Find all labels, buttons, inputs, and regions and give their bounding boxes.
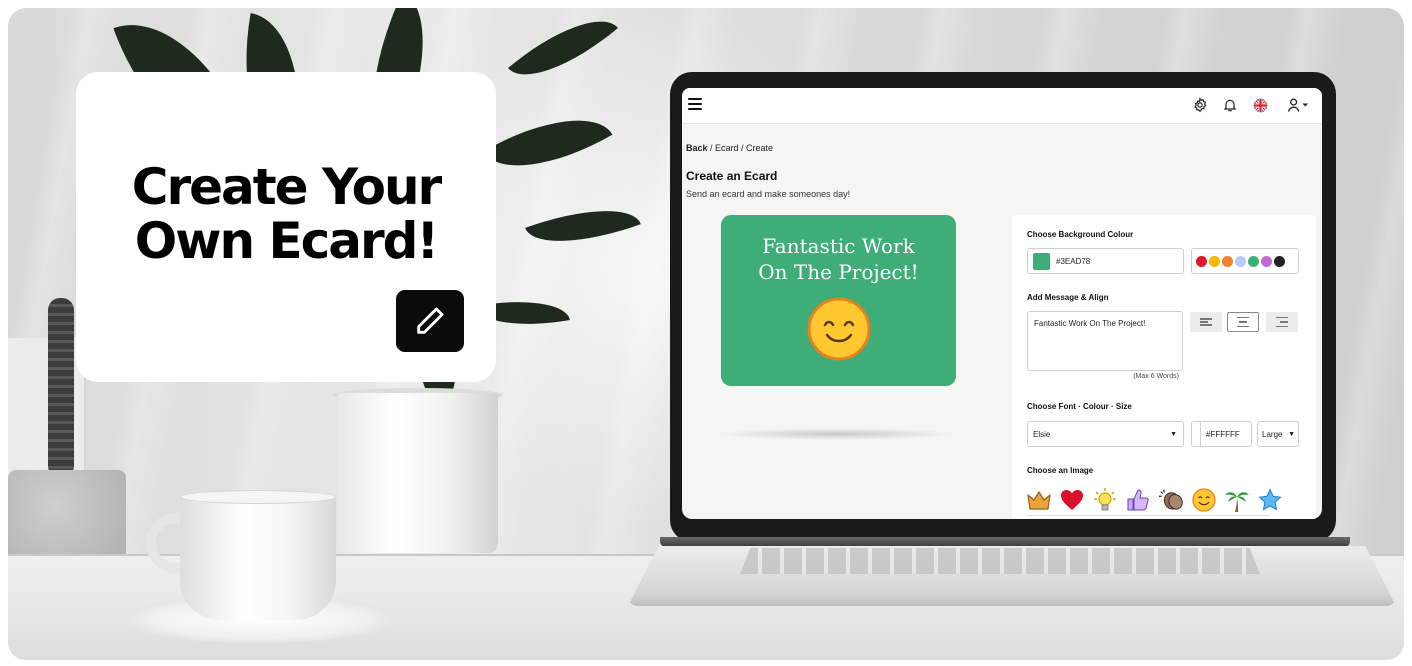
app-topbar	[682, 88, 1322, 124]
ecard-message: Fantastic Work On The Project!	[721, 233, 956, 285]
uk-flag-icon[interactable]	[1251, 96, 1269, 114]
background-colour-value: #3EAD78	[1056, 256, 1091, 266]
clapping-hands-icon[interactable]	[1158, 487, 1184, 513]
cup-rim	[180, 490, 336, 504]
smiley-icon	[807, 297, 871, 361]
background-colour-label: Choose Background Colour	[1027, 230, 1134, 239]
headline-line: Create Your	[131, 158, 442, 216]
palette-colour-swatch[interactable]	[1248, 255, 1259, 267]
palette-colour-swatch[interactable]	[1196, 255, 1207, 267]
font-select[interactable]: Elsie ▼	[1027, 421, 1184, 447]
lightbulb-icon[interactable]	[1092, 487, 1118, 513]
palette-colour-swatch[interactable]	[1222, 255, 1233, 267]
laptop-screen: Back / Ecard / Create Create an Ecard Se…	[682, 88, 1322, 519]
ecard-preview: Fantastic Work On The Project!	[721, 215, 956, 386]
headline: Create Your Own Ecard!	[76, 160, 496, 268]
size-select[interactable]: Large ▼	[1257, 421, 1299, 447]
user-icon[interactable]	[1283, 96, 1313, 114]
star-icon[interactable]	[1257, 487, 1283, 513]
ecard-editor-panel: Choose Background Colour #3EAD78 Add Mes…	[1012, 215, 1316, 519]
palette-colour-swatch[interactable]	[1261, 255, 1272, 267]
message-align-label: Add Message & Align	[1027, 293, 1109, 302]
heart-icon[interactable]	[1059, 487, 1085, 513]
page-title: Create an Ecard	[686, 169, 778, 183]
shelf	[8, 338, 86, 478]
font-select-value: Elsie	[1033, 429, 1051, 439]
align-left-button[interactable]	[1190, 312, 1222, 332]
headline-line: Own Ecard!	[134, 212, 440, 270]
message-word-limit: (Max 6 Words)	[1133, 373, 1179, 380]
crown-icon[interactable]	[1026, 487, 1052, 513]
cactus-texture	[48, 298, 74, 478]
chevron-down-icon: ▼	[1288, 430, 1295, 438]
size-select-value: Large	[1262, 429, 1283, 439]
chevron-down-icon: ▼	[1170, 430, 1177, 438]
font-colour-swatch[interactable]	[1192, 422, 1201, 446]
background-colour-swatch[interactable]	[1033, 252, 1050, 270]
laptop-keyboard	[740, 548, 1260, 574]
hamburger-icon[interactable]	[688, 98, 702, 110]
plant-pot	[338, 393, 498, 553]
align-center-button[interactable]	[1227, 312, 1259, 332]
coffee-cup	[180, 495, 336, 620]
laptop-hinge	[660, 537, 1350, 547]
bell-icon[interactable]	[1221, 96, 1239, 114]
gear-icon[interactable]	[1191, 96, 1209, 114]
palm-tree-icon[interactable]	[1224, 487, 1250, 513]
palette-colour-swatch[interactable]	[1235, 255, 1246, 267]
panel-divider	[1026, 515, 1270, 519]
palette-colour-swatch[interactable]	[1274, 255, 1285, 267]
pencil-icon	[417, 307, 444, 334]
thumbs-up-icon[interactable]	[1125, 487, 1151, 513]
palette-colour-swatch[interactable]	[1209, 255, 1220, 267]
breadcrumb: Back / Ecard / Create	[686, 143, 773, 153]
back-link[interactable]: Back	[686, 143, 708, 153]
breadcrumb-path: / Ecard / Create	[707, 143, 774, 153]
smiley-icon[interactable]	[1191, 487, 1217, 513]
font-colour-input[interactable]: #FFFFFF	[1191, 421, 1252, 447]
message-textarea[interactable]: Fantastic Work On The Project!	[1027, 311, 1183, 371]
font-colour-value: #FFFFFF	[1206, 429, 1240, 439]
ecard-message-line: On The Project!	[758, 260, 919, 284]
colour-palette	[1191, 248, 1299, 274]
ecard-shadow	[714, 428, 960, 440]
ecard-message-line: Fantastic Work	[762, 234, 915, 258]
image-picker	[1026, 485, 1290, 515]
font-colour-size-label: Choose Font · Colour · Size	[1027, 402, 1132, 411]
background-colour-input[interactable]: #3EAD78	[1027, 248, 1184, 274]
headline-card: Create Your Own Ecard!	[76, 72, 496, 382]
page-subtitle: Send an ecard and make someones day!	[686, 189, 851, 199]
align-right-button[interactable]	[1266, 312, 1298, 332]
image-label: Choose an Image	[1027, 466, 1094, 475]
edit-button[interactable]	[396, 290, 464, 352]
